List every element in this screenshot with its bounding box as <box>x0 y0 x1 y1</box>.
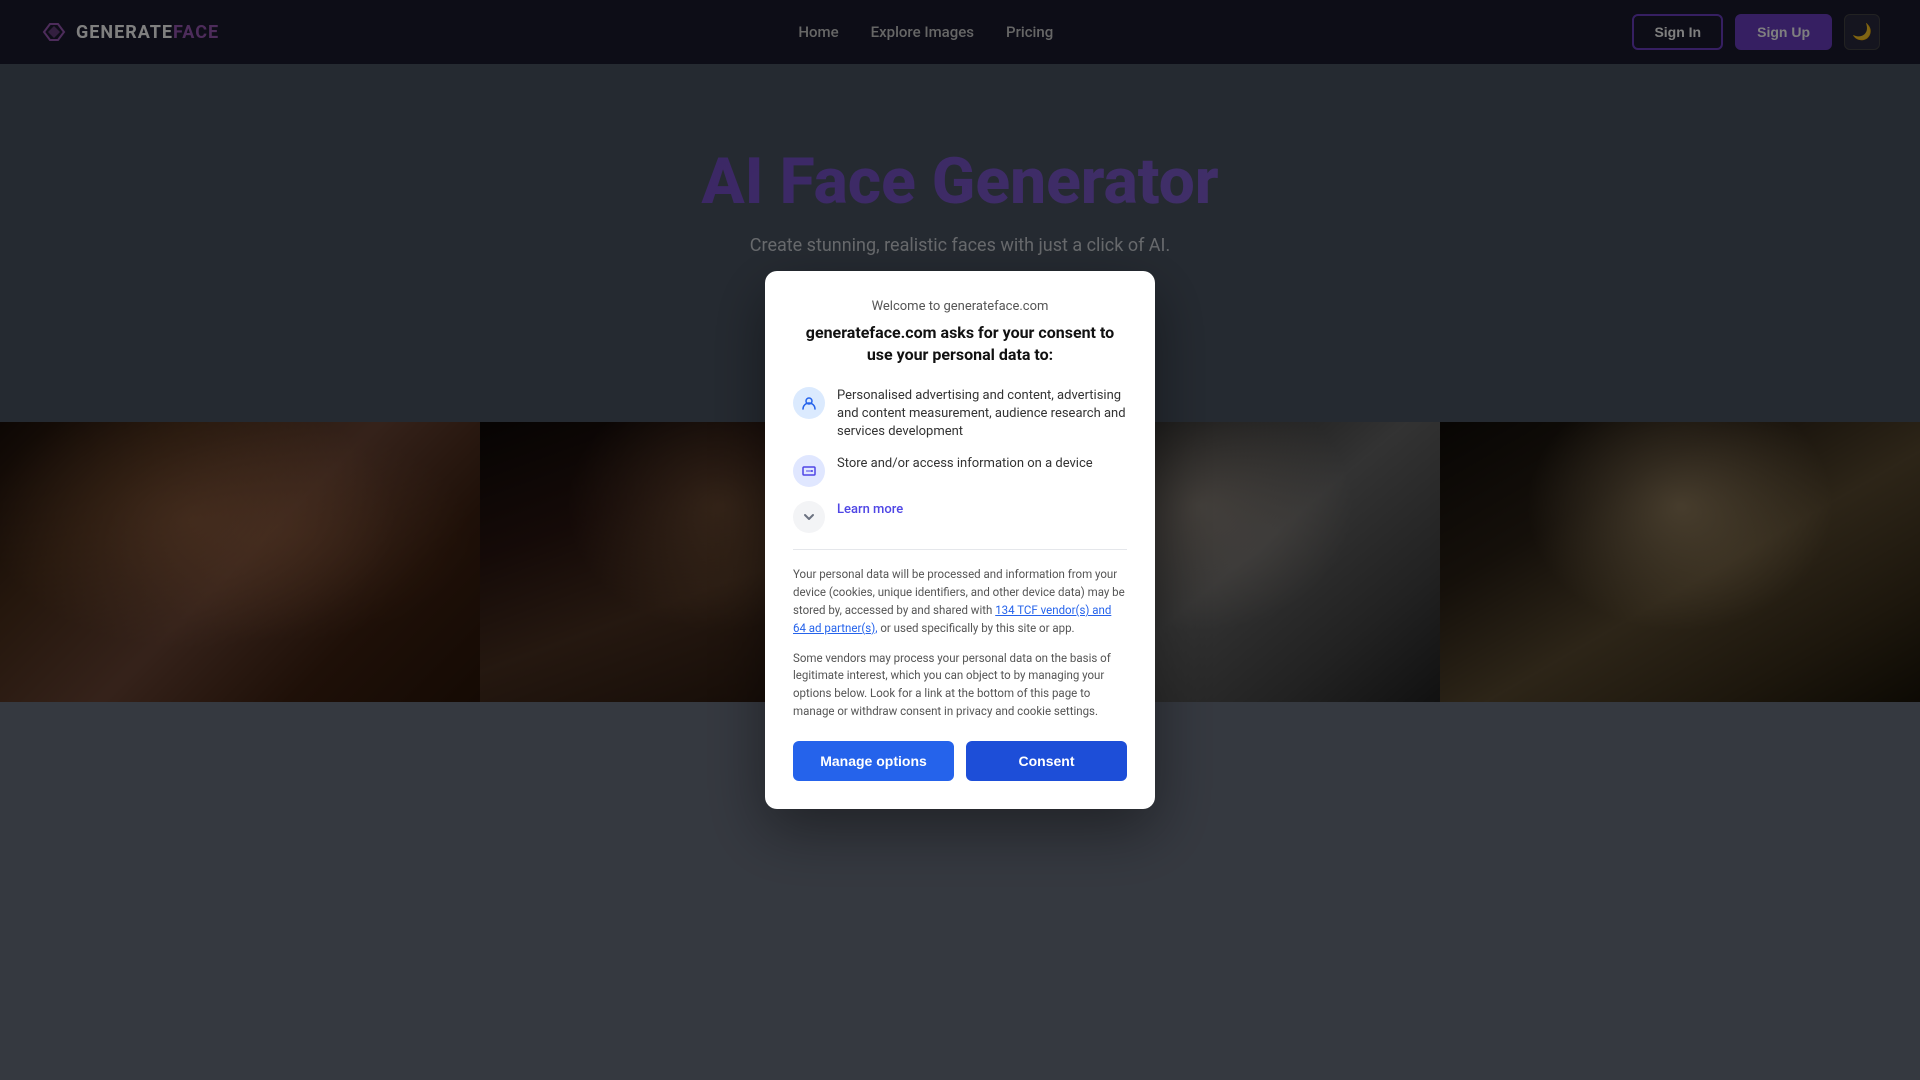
consent-storage-text: Store and/or access information on a dev… <box>837 455 1093 473</box>
consent-advertising-text: Personalised advertising and content, ad… <box>837 387 1127 442</box>
modal-divider <box>793 549 1127 550</box>
modal-actions: Manage options Consent <box>793 741 1127 781</box>
advertising-icon <box>793 387 825 419</box>
consent-modal: Welcome to generateface.com generateface… <box>765 271 1155 809</box>
learn-more-icon <box>793 501 825 533</box>
modal-welcome-text: Welcome to generateface.com <box>793 299 1127 314</box>
storage-icon <box>793 455 825 487</box>
manage-options-button[interactable]: Manage options <box>793 741 954 781</box>
consent-button[interactable]: Consent <box>966 741 1127 781</box>
modal-title: generateface.com asks for your consent t… <box>793 322 1127 367</box>
learn-more-text[interactable]: Learn more <box>837 501 903 519</box>
consent-item-advertising: Personalised advertising and content, ad… <box>793 387 1127 442</box>
modal-overlay: Welcome to generateface.com generateface… <box>0 0 1920 1080</box>
vendors-link[interactable]: 134 TCF vendor(s) and 64 ad partner(s), <box>793 603 1111 635</box>
modal-body-text-1: Your personal data will be processed and… <box>793 566 1127 637</box>
consent-item-storage: Store and/or access information on a dev… <box>793 455 1127 487</box>
modal-body-text-2: Some vendors may process your personal d… <box>793 650 1127 721</box>
consent-item-learn-more[interactable]: Learn more <box>793 501 1127 533</box>
